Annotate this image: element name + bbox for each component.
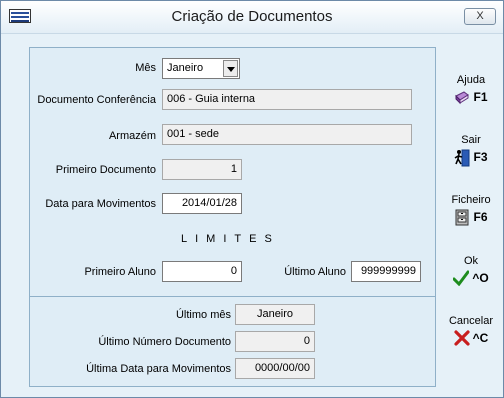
mes-select[interactable]: Janeiro bbox=[162, 58, 240, 79]
sair-button[interactable]: Sair F3 bbox=[441, 134, 501, 174]
dialog-window: Criação de Documentos X Mês Janeiro Docu… bbox=[0, 0, 504, 398]
ultima-data-movimentos-label: Última Data para Movimentos bbox=[86, 363, 231, 375]
panel-divider bbox=[29, 296, 436, 297]
data-movimentos-label: Data para Movimentos bbox=[45, 198, 156, 210]
ficheiro-shortcut: F6 bbox=[473, 210, 488, 224]
cancelar-label: Cancelar bbox=[448, 315, 494, 327]
mes-select-value: Janeiro bbox=[167, 62, 204, 74]
ok-shortcut: ^O bbox=[472, 271, 489, 285]
limites-heading: LIMITES bbox=[181, 233, 280, 245]
armazem-field[interactable]: 001 - sede bbox=[162, 124, 412, 145]
ultimo-numero-documento-label: Último Número Documento bbox=[98, 336, 231, 348]
checkmark-icon bbox=[452, 270, 470, 287]
ultimo-numero-documento-field[interactable]: 0 bbox=[235, 331, 315, 352]
ultimo-aluno-label: Último Aluno bbox=[284, 266, 346, 278]
ultimo-mes-label: Último mês bbox=[175, 309, 231, 321]
ultimo-aluno-input[interactable]: 999999999 bbox=[351, 261, 421, 282]
sair-shortcut: F3 bbox=[473, 150, 488, 164]
chevron-down-icon[interactable] bbox=[223, 60, 238, 77]
ajuda-button[interactable]: Ajuda F1 bbox=[441, 74, 501, 114]
ficheiro-button[interactable]: Ficheiro F6 bbox=[441, 194, 501, 234]
mes-label: Mês bbox=[135, 62, 156, 74]
file-cabinet-icon bbox=[454, 209, 470, 226]
documento-conferencia-label: Documento Conferência bbox=[37, 94, 156, 106]
sair-label: Sair bbox=[461, 134, 481, 146]
primeiro-documento-label: Primeiro Documento bbox=[55, 164, 156, 176]
documento-conferencia-field[interactable]: 006 - Guia interna bbox=[162, 89, 412, 110]
primeiro-aluno-label: Primeiro Aluno bbox=[84, 266, 156, 278]
ultimo-mes-field[interactable]: Janeiro bbox=[235, 304, 315, 325]
book-icon bbox=[454, 89, 470, 105]
ajuda-label: Ajuda bbox=[456, 74, 486, 86]
exit-door-icon bbox=[454, 149, 470, 167]
data-movimentos-input[interactable]: 2014/01/28 bbox=[162, 193, 242, 214]
primeiro-documento-field[interactable]: 1 bbox=[162, 159, 242, 180]
cancelar-shortcut: ^C bbox=[472, 331, 489, 345]
ok-label: Ok bbox=[463, 255, 479, 267]
window-title: Criação de Documentos bbox=[171, 8, 333, 25]
ajuda-shortcut: F1 bbox=[473, 90, 488, 104]
primeiro-aluno-input[interactable]: 0 bbox=[162, 261, 242, 282]
close-button[interactable]: X bbox=[464, 8, 496, 25]
red-x-icon bbox=[454, 330, 470, 346]
title-bar[interactable]: Criação de Documentos X bbox=[1, 1, 503, 34]
ultima-data-movimentos-field[interactable]: 0000/00/00 bbox=[235, 358, 315, 379]
cancelar-button[interactable]: Cancelar ^C bbox=[441, 315, 501, 355]
ok-button[interactable]: Ok ^O bbox=[441, 255, 501, 295]
ficheiro-label: Ficheiro bbox=[451, 194, 491, 206]
armazem-label: Armazém bbox=[108, 130, 156, 142]
